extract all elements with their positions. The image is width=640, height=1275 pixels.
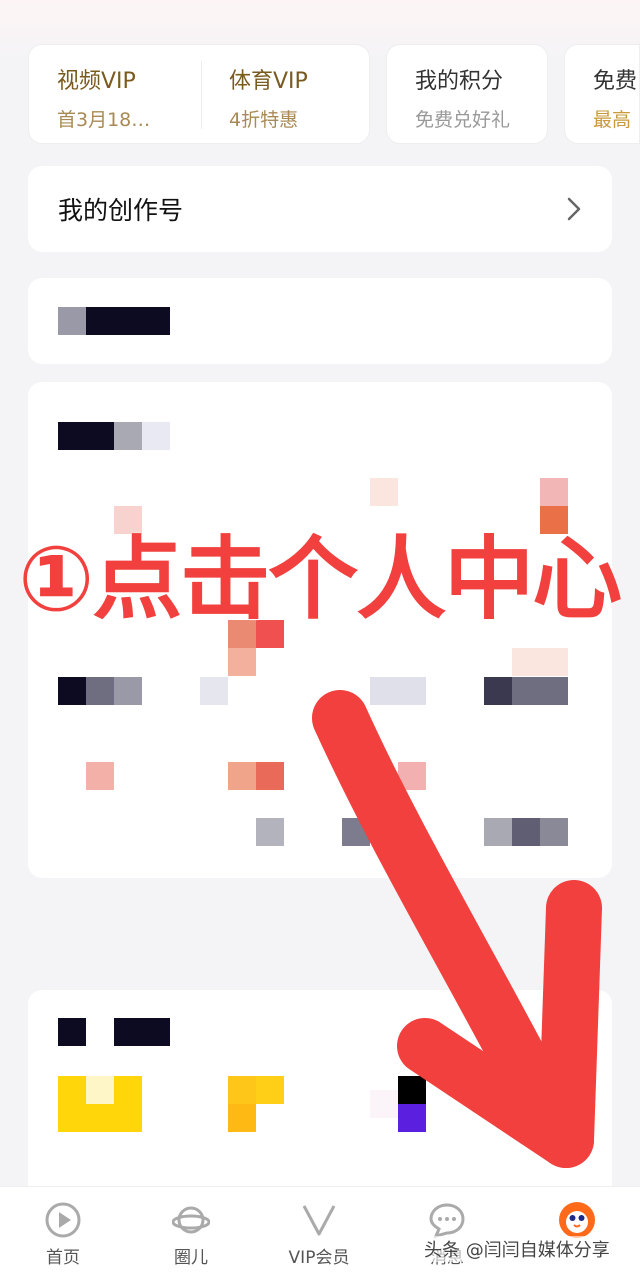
points-card[interactable]: 我的积分 免费兑好礼	[386, 44, 548, 144]
pixelated-block	[114, 422, 142, 450]
pixelated-block	[228, 648, 256, 676]
pixelated-block	[228, 762, 256, 790]
pixelated-block	[58, 307, 86, 335]
pixelated-block	[484, 818, 512, 846]
chevron-right-icon	[567, 197, 581, 221]
message-icon	[429, 1203, 465, 1239]
pixelated-block	[512, 648, 568, 676]
free-card[interactable]: 免费 最高	[564, 44, 640, 144]
nav-circle-label: 圈儿	[174, 1248, 208, 1268]
pixelated-block	[370, 478, 398, 506]
points-sub: 免费兑好礼	[415, 109, 511, 131]
profile-avatar-icon	[559, 1202, 595, 1238]
pixelated-block	[58, 677, 86, 705]
my-creator-account-row[interactable]: 我的创作号	[28, 166, 612, 252]
pixelated-block	[200, 677, 228, 705]
free-sub: 最高	[593, 109, 632, 131]
pixelated-block	[114, 1076, 142, 1132]
nav-vip[interactable]: VIP会员	[264, 1201, 374, 1268]
pixelated-block	[398, 1076, 426, 1104]
pixelated-block	[512, 677, 568, 705]
vip-v-icon	[302, 1205, 336, 1236]
vip-strip: 视频VIP 首3月18… 体育VIP 4折特惠 我的积分 免费兑好礼 免费 最高	[28, 44, 640, 146]
free-title: 免费	[593, 69, 638, 94]
nav-home[interactable]: 首页	[8, 1201, 118, 1268]
pixelated-block	[58, 1018, 86, 1046]
pixelated-block	[398, 762, 426, 790]
pixelated-block	[142, 422, 170, 450]
pixelated-block	[484, 677, 512, 705]
points-title: 我的积分	[415, 69, 504, 94]
pixelated-block	[540, 478, 568, 506]
pixelated-block	[86, 1104, 114, 1132]
planet-icon	[172, 1206, 210, 1234]
instruction-overlay-text: ①点击个人中心	[18, 527, 622, 632]
pixelated-block	[86, 1076, 114, 1104]
sports-vip-sub: 4折特惠	[229, 109, 299, 131]
vip-combo-card: 视频VIP 首3月18… 体育VIP 4折特惠	[28, 44, 370, 144]
video-vip-title: 视频VIP	[57, 69, 136, 94]
pixelated-block	[86, 677, 114, 705]
video-vip-sub: 首3月18…	[57, 109, 151, 131]
nav-home-label: 首页	[46, 1248, 80, 1268]
pixelated-block	[370, 677, 426, 705]
pixelated-block	[114, 1018, 170, 1046]
pixelated-block	[86, 762, 114, 790]
divider	[201, 61, 202, 129]
video-vip-tile[interactable]: 视频VIP 首3月18…	[57, 63, 150, 132]
pixelated-block	[58, 1076, 86, 1132]
sports-vip-title: 体育VIP	[229, 69, 308, 94]
pixelated-card-3	[28, 990, 612, 1186]
pixelated-block	[256, 818, 284, 846]
sports-vip-tile[interactable]: 体育VIP 4折特惠	[229, 63, 308, 132]
pixelated-block	[228, 1076, 256, 1104]
pixelated-block	[256, 762, 284, 790]
pixelated-block	[370, 1090, 398, 1118]
pixelated-block	[540, 818, 568, 846]
play-icon	[45, 1202, 81, 1238]
pixelated-block	[342, 818, 370, 846]
pixelated-block	[398, 1104, 426, 1132]
pixelated-block	[86, 307, 170, 335]
pixelated-block	[512, 818, 540, 846]
pixelated-card-1	[28, 278, 612, 364]
pixelated-block	[114, 677, 142, 705]
pixelated-block	[58, 422, 114, 450]
pixelated-block	[228, 1104, 256, 1132]
pixelated-block	[256, 1076, 284, 1104]
creator-label: 我的创作号	[58, 196, 184, 225]
watermark-text: 头条 @闫闫自媒体分享	[424, 1236, 610, 1262]
nav-circle[interactable]: 圈儿	[136, 1201, 246, 1268]
nav-vip-label: VIP会员	[288, 1248, 350, 1268]
